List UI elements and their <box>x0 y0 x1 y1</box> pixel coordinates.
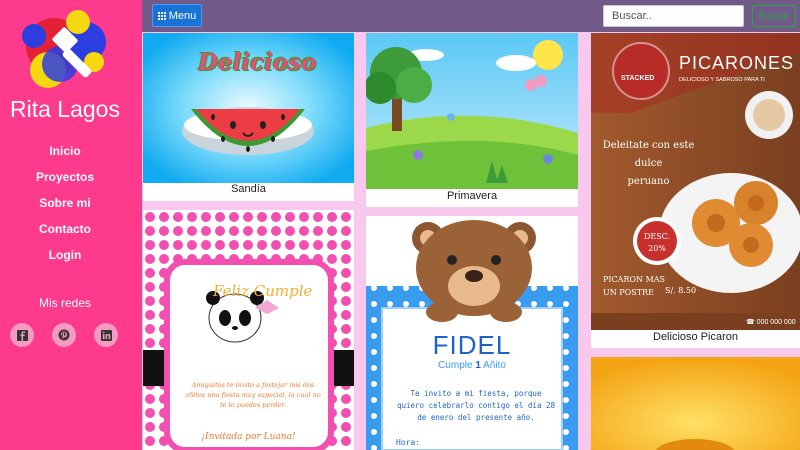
project-card-primavera[interactable]: Primavera <box>366 33 578 207</box>
flyer-price: S/. 8.50 <box>665 286 697 295</box>
menu-button[interactable]: Menu <box>152 4 202 27</box>
pinterest-icon[interactable] <box>52 323 76 347</box>
flyer-phone: ☎ 000 000 000 <box>746 318 796 326</box>
flyer-tagline-line-2: peruano <box>627 176 670 187</box>
nav-item-inicio[interactable]: Inicio <box>0 140 130 166</box>
invitation-body: Te invito a mi fiesta, porque quiero cel… <box>396 389 556 422</box>
project-card-orange[interactable] <box>591 357 800 450</box>
invitation-age: Cumple 1 Añito <box>366 360 578 371</box>
age-suffix: Añito <box>483 360 506 371</box>
age-prefix: Cumple <box>438 360 473 371</box>
age-number: 1 <box>475 360 481 371</box>
discount-label: DESC. <box>643 232 671 241</box>
offer-line-1: PICARON MAS <box>603 275 666 284</box>
orange-flyer-image <box>591 357 800 450</box>
offer-line-2: UN POSTRE <box>603 288 654 297</box>
paint-brush-logo <box>22 10 106 88</box>
panda-invitation-image <box>143 210 354 450</box>
invitation-body: Amiguitos te invito a festejar mis dos a… <box>185 381 321 409</box>
flyer-tagline-line-1: Deleitate con este dulce <box>602 140 695 169</box>
flyer-phone-number: 000 000 000 <box>756 319 796 326</box>
nav-item-contacto[interactable]: Contacto <box>0 218 130 244</box>
project-card-picaron[interactable]: STACKED PICARONES DELICIOSO Y SABROSO PA… <box>591 33 800 348</box>
flyer-subtitle: DELICIOSO Y SABROSO PARA TI <box>679 77 765 83</box>
social-title: Mis redes <box>38 296 91 310</box>
invitation-name: FIDEL <box>432 330 512 360</box>
invitation-sign: ¡Invitada por Luana! <box>201 432 296 442</box>
flyer-logo-text: STACKED <box>621 75 655 82</box>
card-caption: Delicioso Picaron <box>653 331 738 343</box>
main-nav: Inicio Proyectos Sobre mi Contacto Login <box>0 140 130 270</box>
invitation-title: Feliz Cumple <box>213 282 313 300</box>
spring-landscape-image <box>366 33 578 189</box>
nav-item-login[interactable]: Login <box>0 244 130 270</box>
project-card-feliz-cumple[interactable]: Feliz Cumple Amiguitos te invito a feste… <box>143 210 354 450</box>
card-caption: Primavera <box>446 190 498 202</box>
top-bar: Menu Buscar <box>142 0 800 32</box>
card-caption: Sandía <box>231 183 266 195</box>
search-input[interactable] <box>603 5 744 27</box>
menu-button-label: Menu <box>168 9 197 22</box>
sidebar: Rita Lagos Inicio Proyectos Sobre mi Con… <box>0 0 142 450</box>
brand-name: Rita Lagos <box>10 96 120 122</box>
phone-icon: ☎ <box>746 319 757 326</box>
flyer-offer: PICARON MAS UN POSTRE <box>603 273 665 299</box>
discount-badge: DESC. 20% <box>637 231 677 255</box>
discount-value: 20% <box>648 244 666 253</box>
facebook-icon[interactable] <box>10 323 34 347</box>
invitation-hora: Hora: <box>396 438 421 447</box>
project-card-fidel[interactable]: FIDEL Cumple 1 Añito Te invito a mi fies… <box>366 216 578 450</box>
grid-icon <box>157 11 166 20</box>
nav-item-proyectos[interactable]: Proyectos <box>0 166 130 192</box>
search-button[interactable]: Buscar <box>752 5 796 27</box>
flyer-title: PICARONES <box>679 53 795 73</box>
nav-item-sobre-mi[interactable]: Sobre mi <box>0 192 130 218</box>
flyer-tagline: Deleitate con este dulce peruano <box>601 137 696 191</box>
linkedin-icon[interactable] <box>94 323 118 347</box>
image-title-text: Delicioso <box>198 49 317 76</box>
project-card-sandia[interactable]: Delicioso Sandía <box>143 33 354 201</box>
